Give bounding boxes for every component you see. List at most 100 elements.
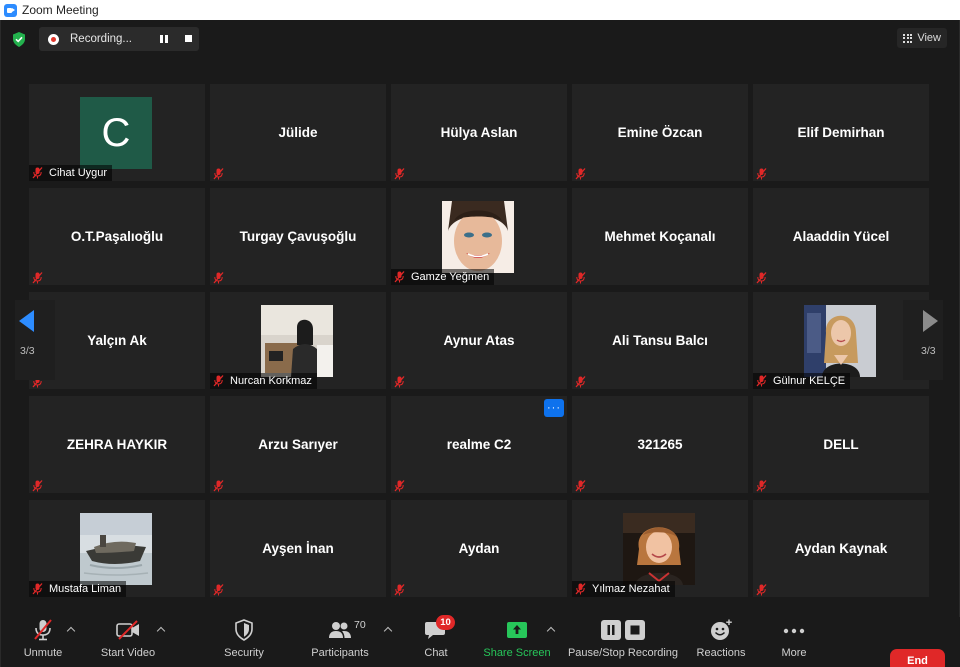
pause-stop-recording-button[interactable]: Pause/Stop Recording: [567, 617, 679, 667]
pause-recording-icon[interactable]: [160, 35, 168, 43]
participant-name: ZEHRA HAYKIR: [66, 437, 168, 452]
participant-name: Turgay Çavuşoğlu: [239, 229, 357, 244]
meeting-toolbar: Unmute Start Video Security 70 Participa…: [1, 615, 960, 667]
participant-tile[interactable]: C Cihat Uygur: [29, 84, 205, 181]
participant-tile[interactable]: Aydan: [391, 500, 567, 597]
participant-tile[interactable]: realme C2 ···: [391, 396, 567, 493]
muted-mic-icon: [213, 479, 224, 492]
gallery-grid: C Cihat Uygur Jülide Hülya Aslan Emine Özcan…: [29, 84, 929, 600]
participant-tile[interactable]: Nurcan Korkmaz: [210, 292, 386, 389]
recording-dot-icon: [48, 33, 59, 45]
participant-label: Gülnur KELÇE: [753, 373, 851, 389]
stop-recording-icon[interactable]: [185, 35, 192, 42]
participant-name: Jülide: [278, 125, 318, 140]
participant-name: Alaaddin Yücel: [792, 229, 890, 244]
participant-name: Elif Demirhan: [797, 125, 885, 140]
participants-icon-wrap: 70: [328, 619, 366, 641]
security-button[interactable]: Security: [221, 617, 267, 667]
participants-button[interactable]: 70 Participants: [309, 617, 371, 667]
participant-tile[interactable]: Turgay Çavuşoğlu: [210, 188, 386, 285]
page-count-right: 3/3: [921, 345, 936, 357]
participant-name: Aynur Atas: [443, 333, 515, 348]
security-label: Security: [224, 647, 264, 659]
muted-mic-icon: [213, 375, 224, 387]
participant-tile[interactable]: Gamze Yeğmen: [391, 188, 567, 285]
end-meeting-button[interactable]: End: [890, 649, 945, 667]
participant-tile[interactable]: Jülide: [210, 84, 386, 181]
participant-name: Ali Tansu Balcı: [612, 333, 708, 348]
muted-mic-icon: [394, 479, 405, 492]
participant-tile[interactable]: Yalçın Ak: [29, 292, 205, 389]
chat-icon-wrap: 10: [424, 615, 455, 641]
participant-name: Gülnur KELÇE: [773, 375, 846, 387]
previous-page-button[interactable]: 3/3: [15, 300, 55, 380]
participant-tile[interactable]: ZEHRA HAYKIR: [29, 396, 205, 493]
muted-mic-icon: [756, 479, 767, 492]
participant-name: Ayşen İnan: [262, 541, 334, 556]
muted-mic-icon: [213, 167, 224, 180]
muted-mic-icon: [756, 167, 767, 180]
participant-name: Mustafa Liman: [49, 583, 122, 595]
muted-mic-icon: [394, 167, 405, 180]
chat-button[interactable]: 10 Chat: [419, 615, 455, 667]
muted-mic-icon: [394, 271, 405, 283]
muted-mic-icon: [575, 271, 586, 284]
muted-mic-icon: [756, 583, 767, 596]
chat-unread-badge: 10: [436, 615, 455, 630]
participant-label: Nurcan Korkmaz: [210, 373, 317, 389]
participant-tile[interactable]: Mustafa Liman: [29, 500, 205, 597]
avatar: C: [80, 97, 152, 169]
participant-label: Cihat Uygur: [29, 165, 113, 181]
muted-mic-icon: [575, 583, 586, 595]
participant-tile[interactable]: Yılmaz Nezahat: [572, 500, 748, 597]
participant-name: Yalçın Ak: [87, 333, 147, 348]
next-page-button[interactable]: 3/3: [903, 300, 943, 380]
share-screen-button[interactable]: Share Screen: [483, 617, 551, 667]
participant-photo: [804, 305, 876, 377]
security-shield-icon[interactable]: [12, 32, 26, 47]
participant-photo: [442, 201, 514, 273]
view-button[interactable]: View: [897, 28, 947, 48]
tile-options-button[interactable]: ···: [544, 399, 564, 417]
participant-tile[interactable]: 321265: [572, 396, 748, 493]
participant-name: Nurcan Korkmaz: [230, 375, 312, 387]
share-screen-label: Share Screen: [483, 647, 551, 659]
participant-photo: [80, 513, 152, 585]
muted-mic-icon: [32, 271, 43, 284]
participant-tile[interactable]: O.T.Paşalıoğlu: [29, 188, 205, 285]
participant-name: Aydan Kaynak: [794, 541, 888, 556]
muted-mic-icon: [32, 167, 43, 179]
participants-icon: [329, 622, 351, 638]
participant-name: Arzu Sarıyer: [258, 437, 338, 452]
participant-name: Hülya Aslan: [440, 125, 518, 140]
pause-stop-recording-icon: [601, 620, 645, 640]
participant-tile[interactable]: Elif Demirhan: [753, 84, 929, 181]
participants-count: 70: [354, 619, 366, 631]
participant-tile[interactable]: DELL: [753, 396, 929, 493]
participant-tile[interactable]: Hülya Aslan: [391, 84, 567, 181]
muted-mic-icon: [394, 583, 405, 596]
zoom-logo-icon: [4, 3, 17, 17]
participant-tile[interactable]: Aynur Atas: [391, 292, 567, 389]
participant-name: realme C2: [446, 437, 512, 452]
muted-mic-icon: [756, 271, 767, 284]
participant-name: DELL: [823, 437, 859, 452]
participant-tile[interactable]: Arzu Sarıyer: [210, 396, 386, 493]
participant-tile[interactable]: Ayşen İnan: [210, 500, 386, 597]
participant-label: Mustafa Liman: [29, 581, 127, 597]
participant-name: Aydan: [458, 541, 500, 556]
chat-label: Chat: [424, 647, 448, 659]
participant-name: 321265: [637, 437, 683, 452]
participant-tile[interactable]: Emine Özcan: [572, 84, 748, 181]
unmute-button[interactable]: Unmute: [21, 617, 65, 667]
participant-tile[interactable]: Aydan Kaynak: [753, 500, 929, 597]
participant-name: O.T.Paşalıoğlu: [70, 229, 164, 244]
participant-tile[interactable]: Ali Tansu Balcı: [572, 292, 748, 389]
muted-mic-icon: [575, 375, 586, 388]
more-button[interactable]: More: [777, 617, 811, 667]
muted-mic-icon: [213, 271, 224, 284]
participant-tile[interactable]: Alaaddin Yücel: [753, 188, 929, 285]
participant-tile[interactable]: Mehmet Koçanalı: [572, 188, 748, 285]
reactions-button[interactable]: Reactions: [695, 617, 747, 667]
start-video-button[interactable]: Start Video: [99, 617, 157, 667]
